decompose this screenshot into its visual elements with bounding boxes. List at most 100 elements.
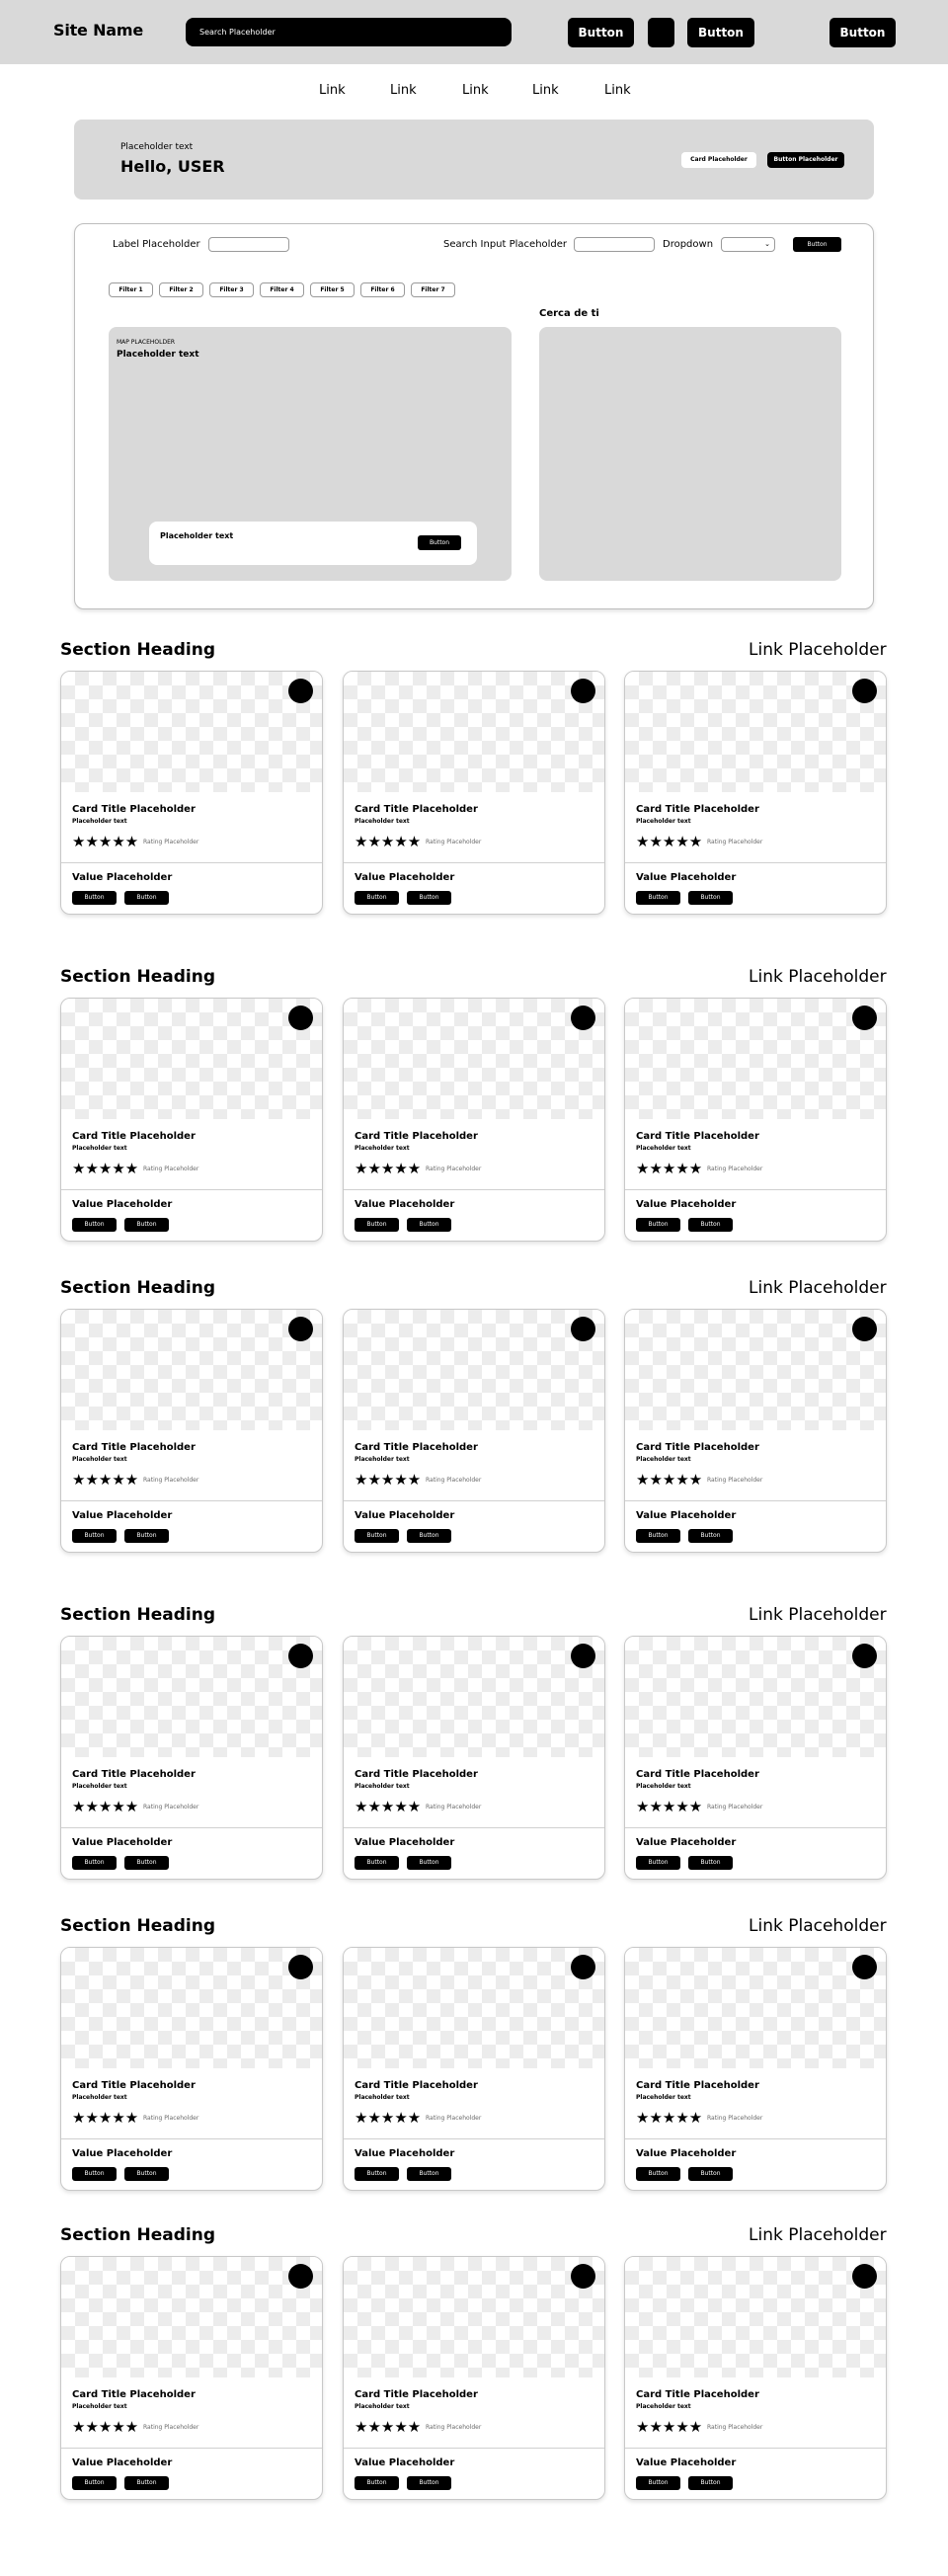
favorite-icon[interactable]	[571, 1644, 595, 1668]
card-button-2[interactable]: Button	[407, 891, 451, 905]
card-button-2[interactable]: Button	[124, 1218, 169, 1232]
filter-chip-4[interactable]: Filter 4	[260, 282, 304, 297]
filter-chip-5[interactable]: Filter 5	[310, 282, 355, 297]
product-card[interactable]: Card Title Placeholder Placeholder text …	[343, 998, 605, 1242]
card-button-2[interactable]: Button	[407, 1529, 451, 1543]
card-button-2[interactable]: Button	[124, 2167, 169, 2181]
favorite-icon[interactable]	[852, 2264, 877, 2289]
card-button-1[interactable]: Button	[72, 2476, 117, 2490]
filter-chip-1[interactable]: Filter 1	[109, 282, 153, 297]
favorite-icon[interactable]	[852, 679, 877, 703]
product-card[interactable]: Card Title Placeholder Placeholder text …	[624, 998, 887, 1242]
nav-link-5[interactable]: Link	[604, 83, 631, 98]
card-button-1[interactable]: Button	[72, 1529, 117, 1543]
section-link[interactable]: Link Placeholder	[749, 967, 887, 987]
favorite-icon[interactable]	[571, 1317, 595, 1341]
product-card[interactable]: Card Title Placeholder Placeholder text …	[343, 2256, 605, 2500]
card-button-2[interactable]: Button	[124, 1856, 169, 1870]
card-button-2[interactable]: Button	[688, 1529, 733, 1543]
filter-chip-3[interactable]: Filter 3	[209, 282, 254, 297]
card-button-2[interactable]: Button	[688, 891, 733, 905]
card-button-2[interactable]: Button	[407, 1218, 451, 1232]
favorite-icon[interactable]	[852, 1644, 877, 1668]
filter-chip-6[interactable]: Filter 6	[360, 282, 405, 297]
card-button-2[interactable]: Button	[124, 1529, 169, 1543]
favorite-icon[interactable]	[571, 679, 595, 703]
card-button-2[interactable]: Button	[688, 2167, 733, 2181]
card-button-1[interactable]: Button	[355, 2167, 399, 2181]
card-button-1[interactable]: Button	[355, 2476, 399, 2490]
favorite-icon[interactable]	[288, 1644, 313, 1668]
panel-button[interactable]: Button	[793, 237, 841, 252]
product-card[interactable]: Card Title Placeholder Placeholder text …	[624, 1309, 887, 1553]
product-card[interactable]: Card Title Placeholder Placeholder text …	[343, 1947, 605, 2191]
favorite-icon[interactable]	[852, 1317, 877, 1341]
header-button-2[interactable]: Button	[687, 18, 754, 47]
label-input[interactable]	[208, 237, 289, 252]
section-link[interactable]: Link Placeholder	[749, 640, 887, 660]
card-button-1[interactable]: Button	[355, 1529, 399, 1543]
card-button-2[interactable]: Button	[407, 1856, 451, 1870]
product-card[interactable]: Card Title Placeholder Placeholder text …	[624, 1947, 887, 2191]
card-button-1[interactable]: Button	[72, 891, 117, 905]
favorite-icon[interactable]	[571, 2264, 595, 2289]
product-card[interactable]: Card Title Placeholder Placeholder text …	[60, 1309, 323, 1553]
favorite-icon[interactable]	[288, 1317, 313, 1341]
card-button-1[interactable]: Button	[636, 891, 680, 905]
favorite-icon[interactable]	[852, 1006, 877, 1030]
card-button-1[interactable]: Button	[355, 891, 399, 905]
product-card[interactable]: Card Title Placeholder Placeholder text …	[60, 671, 323, 915]
card-button-1[interactable]: Button	[72, 1218, 117, 1232]
product-card[interactable]: Card Title Placeholder Placeholder text …	[624, 1636, 887, 1880]
nav-link-2[interactable]: Link	[390, 83, 417, 98]
product-card[interactable]: Card Title Placeholder Placeholder text …	[60, 1947, 323, 2191]
card-button-2[interactable]: Button	[124, 2476, 169, 2490]
card-button-1[interactable]: Button	[636, 1856, 680, 1870]
header-button-3[interactable]: Button	[830, 18, 896, 47]
favorite-icon[interactable]	[288, 679, 313, 703]
filter-chip-2[interactable]: Filter 2	[159, 282, 203, 297]
dropdown-select[interactable]: ⌄	[721, 237, 775, 252]
favorite-icon[interactable]	[852, 1955, 877, 1979]
card-placeholder-button[interactable]: Card Placeholder	[681, 152, 756, 168]
card-button-1[interactable]: Button	[355, 1218, 399, 1232]
header-square-button[interactable]	[648, 18, 674, 47]
filter-chip-7[interactable]: Filter 7	[411, 282, 455, 297]
product-card[interactable]: Card Title Placeholder Placeholder text …	[343, 671, 605, 915]
card-button-1[interactable]: Button	[636, 2476, 680, 2490]
card-button-2[interactable]: Button	[688, 1218, 733, 1232]
section-link[interactable]: Link Placeholder	[749, 1278, 887, 1298]
card-button-2[interactable]: Button	[124, 891, 169, 905]
card-button-2[interactable]: Button	[688, 2476, 733, 2490]
map-area[interactable]: MAP PLACEHOLDER Placeholder text Placeho…	[109, 327, 512, 581]
product-card[interactable]: Card Title Placeholder Placeholder text …	[60, 1636, 323, 1880]
product-card[interactable]: Card Title Placeholder Placeholder text …	[343, 1309, 605, 1553]
card-button-2[interactable]: Button	[688, 1856, 733, 1870]
favorite-icon[interactable]	[288, 1955, 313, 1979]
button-placeholder-button[interactable]: Button Placeholder	[767, 152, 844, 168]
card-button-2[interactable]: Button	[407, 2167, 451, 2181]
search-input[interactable]: Search Placeholder	[186, 18, 512, 46]
section-link[interactable]: Link Placeholder	[749, 1916, 887, 1936]
nav-link-1[interactable]: Link	[319, 83, 346, 98]
panel-search-input[interactable]	[574, 237, 655, 252]
product-card[interactable]: Card Title Placeholder Placeholder text …	[343, 1636, 605, 1880]
card-button-1[interactable]: Button	[355, 1856, 399, 1870]
nav-link-3[interactable]: Link	[462, 83, 489, 98]
product-card[interactable]: Card Title Placeholder Placeholder text …	[624, 2256, 887, 2500]
product-card[interactable]: Card Title Placeholder Placeholder text …	[624, 671, 887, 915]
map-card-button[interactable]: Button	[418, 535, 461, 550]
card-button-1[interactable]: Button	[636, 1529, 680, 1543]
favorite-icon[interactable]	[288, 1006, 313, 1030]
product-card[interactable]: Card Title Placeholder Placeholder text …	[60, 998, 323, 1242]
card-button-1[interactable]: Button	[72, 1856, 117, 1870]
section-link[interactable]: Link Placeholder	[749, 1605, 887, 1625]
card-button-1[interactable]: Button	[636, 1218, 680, 1232]
favorite-icon[interactable]	[571, 1006, 595, 1030]
card-button-2[interactable]: Button	[407, 2476, 451, 2490]
card-button-1[interactable]: Button	[636, 2167, 680, 2181]
header-button-1[interactable]: Button	[568, 18, 634, 47]
product-card[interactable]: Card Title Placeholder Placeholder text …	[60, 2256, 323, 2500]
site-logo[interactable]: Site Name	[53, 21, 143, 40]
section-link[interactable]: Link Placeholder	[749, 2225, 887, 2245]
